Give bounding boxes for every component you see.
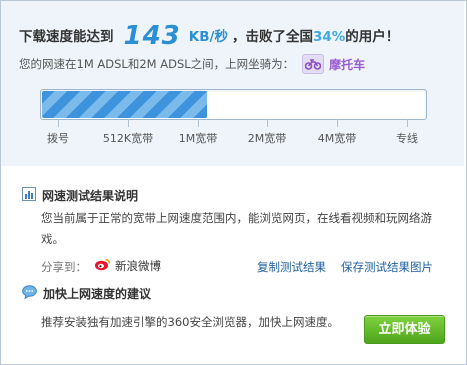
headline-suffix: 的用户！ [345, 29, 400, 45]
save-result-image-link[interactable]: 保存测试结果图片 [341, 259, 433, 275]
meter-tick [407, 119, 408, 127]
meter-tick-label: 512K宽带 [102, 132, 154, 145]
suggestion-title: 加快上网速度的建议 [22, 285, 151, 302]
meter-tick-label: 4M宽带 [317, 132, 357, 145]
explanation-title: 网速测试结果说明 [22, 187, 138, 204]
explanation-text: 您当前属于正常的宽带上网速度范围内，能浏览网页，在线看视频和玩网络游戏。 [41, 211, 432, 246]
headline-middle: ，击败了全国 [231, 29, 313, 45]
speed-range-line: 您的网速在1M ADSL和2M ADSL之间，上网坐骑为： 摩托车 [19, 53, 365, 75]
meter-tick [267, 119, 268, 127]
speed-headline: 下载速度能达到 143 KB/秒 ，击败了全国 34% 的用户！ [19, 18, 400, 51]
suggestion-text: 推荐安装独有加速引擎的360安全浏览器，加快上网速度。 [41, 315, 339, 329]
meter-tick [337, 119, 338, 127]
speed-meter-fill [42, 91, 207, 118]
motorcycle-icon [302, 54, 325, 74]
headline-prefix: 下载速度能达到 [19, 29, 114, 45]
bar-chart-icon [22, 187, 36, 204]
speed-unit: KB/秒 [188, 29, 228, 45]
share-label: 分享到： [41, 260, 87, 274]
weibo-label: 新浪微博 [115, 258, 161, 273]
explanation-title-text: 网速测试结果说明 [42, 189, 139, 203]
meter-tick-label: 专线 [396, 132, 418, 145]
meter-tick [58, 119, 59, 127]
meter-tick-label: 2M宽带 [247, 132, 287, 145]
share-weibo-button[interactable]: 新浪微博 [94, 257, 161, 274]
meter-tick-label: 1M宽带 [178, 132, 218, 145]
speed-value: 143 [123, 21, 181, 51]
share-row: 分享到： 新浪微博 复制测试结果 保存测试结果图片 [41, 257, 441, 275]
suggestion-title-text: 加快上网速度的建议 [43, 287, 152, 301]
meter-tick-label: 拨号 [47, 132, 69, 145]
try-now-button[interactable]: 立即体验 [364, 315, 445, 344]
speed-meter [40, 89, 427, 120]
vehicle-name: 摩托车 [329, 57, 366, 72]
speed-meter-labels: 拨号 512K宽带 1M宽带 2M宽带 4M宽带 专线 [0, 130, 467, 146]
speed-range-text: 您的网速在1M ADSL和2M ADSL之间，上网坐骑为： [19, 57, 295, 71]
copy-result-link[interactable]: 复制测试结果 [257, 259, 326, 275]
speech-bubble-icon [22, 285, 37, 302]
meter-tick [128, 119, 129, 127]
meter-tick [198, 119, 199, 127]
weibo-icon [94, 257, 111, 274]
beat-percent: 34% [312, 29, 346, 45]
